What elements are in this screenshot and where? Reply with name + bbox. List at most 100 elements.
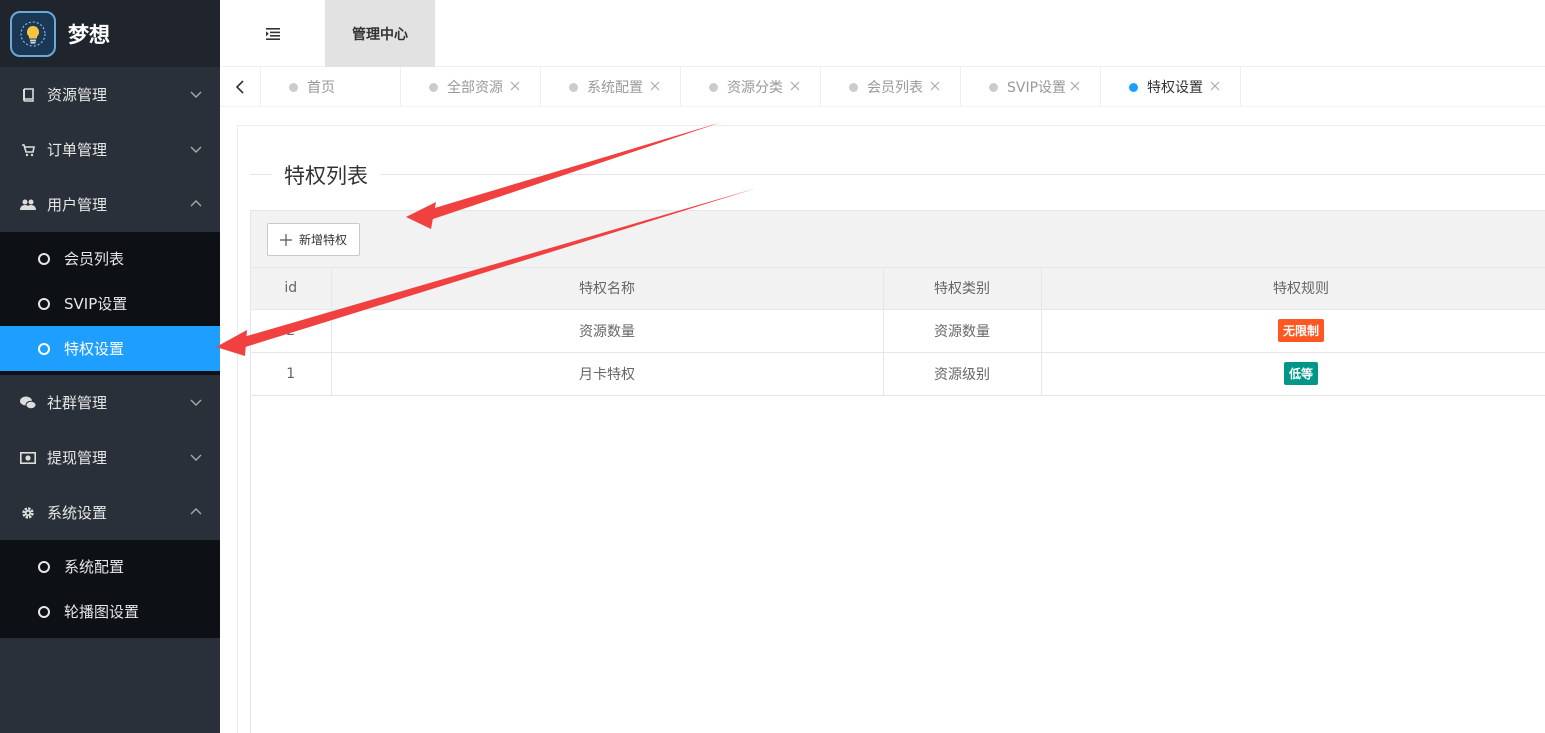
tab-dot: [709, 82, 718, 92]
column-header-rule[interactable]: 特权规则: [1041, 268, 1545, 310]
tab-dot: [429, 82, 438, 92]
fieldset-divider: [250, 174, 1545, 175]
sidebar-item-privilege-settings[interactable]: 特权设置: [0, 326, 220, 371]
tab-dot: [849, 82, 858, 92]
circle-icon: [38, 605, 50, 618]
tab-label: 资源分类: [727, 80, 783, 96]
close-icon[interactable]: [1209, 80, 1221, 92]
tabs-scroll-left-button[interactable]: [220, 67, 261, 107]
tab-label: 特权设置: [1147, 80, 1203, 96]
tab-all-resources[interactable]: 全部资源: [401, 67, 541, 107]
menu-label: 资源管理: [47, 86, 108, 104]
tab-label: 首页: [307, 80, 335, 96]
tab-label: 全部资源: [447, 80, 503, 96]
close-icon[interactable]: [929, 80, 941, 92]
app-root: 梦想 资源管理 订单管理 用户管理 会员列表 SVIP设置 特权设置 社群管理 …: [0, 0, 1545, 733]
circle-icon: [38, 560, 50, 573]
menu-resource-management[interactable]: 资源管理: [0, 67, 220, 122]
sub-item-label: 特权设置: [64, 340, 125, 358]
chevron-down-icon: [190, 91, 202, 98]
close-icon[interactable]: [509, 80, 521, 92]
tab-system-config[interactable]: 系统配置: [541, 67, 681, 107]
add-privilege-button[interactable]: 新增特权: [267, 223, 361, 256]
nav-admin-center[interactable]: 管理中心: [325, 0, 435, 67]
chevron-left-icon: [235, 80, 244, 94]
tab-resource-category[interactable]: 资源分类: [681, 67, 821, 107]
circle-icon: [38, 297, 50, 310]
tab-member-list[interactable]: 会员列表: [821, 67, 961, 107]
rule-badge: 低等: [1283, 362, 1318, 385]
sidebar-item-carousel-settings[interactable]: 轮播图设置: [0, 589, 220, 634]
lightbulb-logo-icon: [10, 10, 56, 57]
cell-category: 资源级别: [883, 352, 1042, 396]
table-header-row: id 特权名称 特权类别 特权规则: [251, 268, 1545, 310]
money-icon: [20, 450, 36, 466]
chevron-up-icon: [190, 200, 202, 207]
tab-label: SVIP设置: [1007, 80, 1067, 96]
chevron-down-icon: [190, 146, 202, 153]
tab-privilege-settings[interactable]: 特权设置: [1101, 67, 1241, 107]
privilege-table: id 特权名称 特权类别 特权规则 2 资源数量 资源数量 无限制 1 月卡特权…: [251, 268, 1545, 396]
cell-name: 资源数量: [331, 309, 884, 353]
sub-item-label: 会员列表: [64, 250, 125, 268]
top-header: 管理中心: [220, 0, 1545, 67]
rule-badge: 无限制: [1277, 319, 1324, 342]
tab-dot: [289, 82, 298, 92]
chat-icon: [20, 395, 36, 411]
sidebar: 梦想 资源管理 订单管理 用户管理 会员列表 SVIP设置 特权设置 社群管理 …: [0, 0, 220, 733]
menu-order-management[interactable]: 订单管理: [0, 122, 220, 177]
circle-icon: [38, 342, 50, 355]
table-toolbar: 新增特权: [251, 211, 1545, 268]
tab-svip-settings[interactable]: SVIP设置: [961, 67, 1101, 107]
menu-community-management[interactable]: 社群管理: [0, 375, 220, 430]
cell-name: 月卡特权: [331, 352, 884, 396]
page-tabs: 首页 全部资源 系统配置 资源分类 会员列表 SVIP设置 特权设置: [220, 67, 1545, 107]
gear-icon: [20, 505, 36, 521]
sidebar-item-member-list[interactable]: 会员列表: [0, 236, 220, 281]
cell-id: 2: [251, 309, 332, 353]
content-panel: 特权列表 新增特权 id 特权名称 特权类别 特权规则 2 资源数量 资源数量 …: [237, 125, 1545, 733]
privilege-table-container: 新增特权 id 特权名称 特权类别 特权规则 2 资源数量 资源数量 无限制 1…: [250, 210, 1545, 733]
sub-item-label: SVIP设置: [64, 295, 128, 313]
tab-home[interactable]: 首页: [261, 67, 401, 107]
sidebar-toggle-button[interactable]: [220, 0, 325, 67]
page-title: 特权列表: [272, 160, 380, 190]
tab-label: 会员列表: [867, 80, 923, 96]
logo[interactable]: 梦想: [0, 0, 220, 67]
tab-dot: [1129, 82, 1138, 92]
close-icon[interactable]: [1069, 80, 1081, 92]
close-icon[interactable]: [649, 80, 661, 92]
submenu-user-management: 会员列表 SVIP设置 特权设置: [0, 232, 220, 375]
sidebar-item-system-config[interactable]: 系统配置: [0, 544, 220, 589]
close-icon[interactable]: [789, 80, 801, 92]
cell-rule: 无限制: [1041, 309, 1545, 353]
chevron-down-icon: [190, 454, 202, 461]
users-icon: [20, 197, 36, 213]
plus-icon: [280, 233, 292, 246]
menu-label: 用户管理: [47, 196, 108, 214]
menu-system-settings[interactable]: 系统设置: [0, 485, 220, 540]
column-header-category[interactable]: 特权类别: [883, 268, 1042, 310]
menu-withdrawal-management[interactable]: 提现管理: [0, 430, 220, 485]
add-button-label: 新增特权: [299, 233, 348, 247]
circle-icon: [38, 252, 50, 265]
cell-rule: 低等: [1041, 352, 1545, 396]
chevron-up-icon: [190, 508, 202, 515]
menu-label: 订单管理: [47, 141, 108, 159]
sub-item-label: 轮播图设置: [64, 603, 140, 621]
column-header-name[interactable]: 特权名称: [331, 268, 884, 310]
chevron-down-icon: [190, 399, 202, 406]
submenu-system-settings: 系统配置 轮播图设置: [0, 540, 220, 638]
tab-dot: [569, 82, 578, 92]
tab-label: 系统配置: [587, 80, 643, 96]
menu-label: 社群管理: [47, 394, 108, 412]
cell-category: 资源数量: [883, 309, 1042, 353]
column-header-id[interactable]: id: [251, 268, 332, 310]
menu-label: 系统设置: [47, 504, 108, 522]
menu-user-management[interactable]: 用户管理: [0, 177, 220, 232]
table-row[interactable]: 1 月卡特权 资源级别 低等: [251, 352, 1545, 396]
table-row[interactable]: 2 资源数量 资源数量 无限制: [251, 309, 1545, 353]
sidebar-item-svip-settings[interactable]: SVIP设置: [0, 281, 220, 326]
book-icon: [20, 87, 36, 103]
indent-icon: [265, 27, 280, 40]
